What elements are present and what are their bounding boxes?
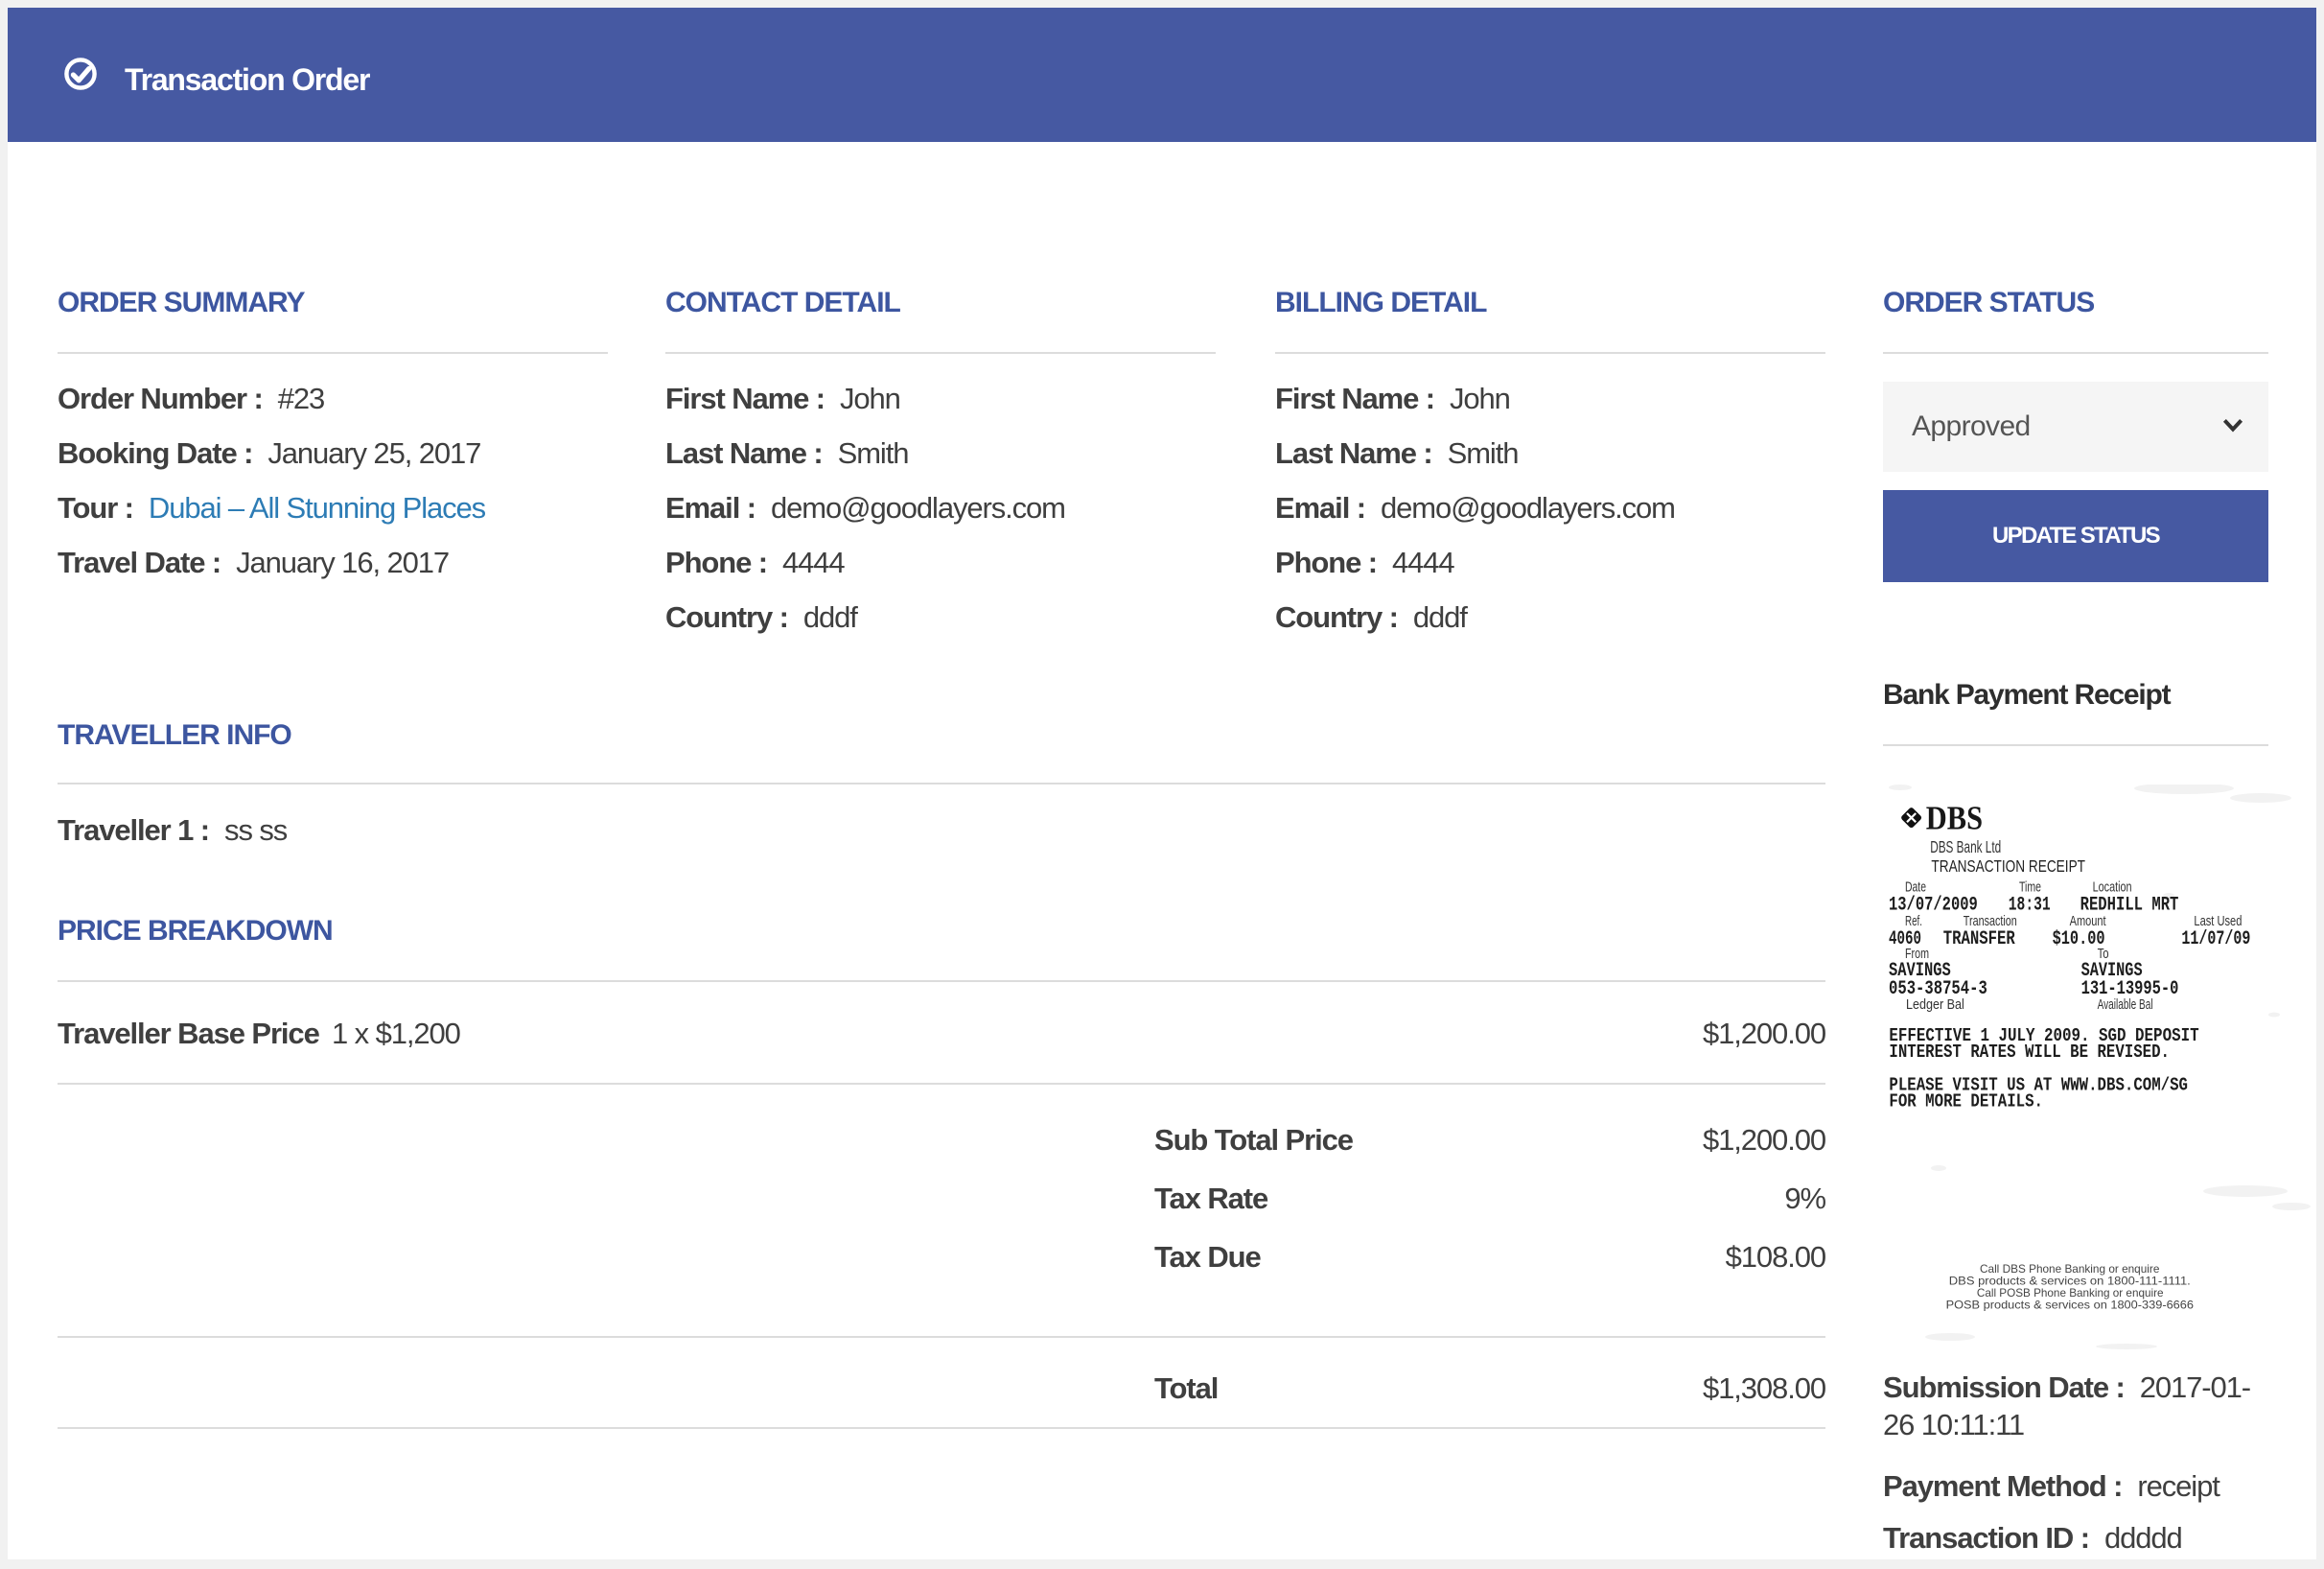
svg-text:TRANSFER: TRANSFER [1943,928,2016,950]
svg-text:POSB products & services on 18: POSB products & services on 1800-339-666… [1946,1298,2195,1311]
svg-text:TRANSACTION RECEIPT: TRANSACTION RECEIPT [1931,856,2085,876]
svg-text:Amount: Amount [2070,914,2106,929]
svg-text:Ref.: Ref. [1905,914,1922,929]
svg-text:Available Bal: Available Bal [2098,997,2153,1013]
svg-text:Last Used: Last Used [2194,914,2242,929]
svg-text:11/07/09: 11/07/09 [2181,928,2250,950]
svg-text:FOR MORE DETAILS.: FOR MORE DETAILS. [1889,1091,2043,1112]
svg-text:Time: Time [2019,879,2041,895]
svg-text:Transaction: Transaction [1964,914,2017,929]
svg-text:DBS Bank Ltd: DBS Bank Ltd [1930,837,2001,856]
svg-text:INTEREST RATES WILL BE REVISED: INTEREST RATES WILL BE REVISED. [1889,1042,2170,1063]
svg-text:Ledger Bal: Ledger Bal [1906,997,1964,1013]
svg-text:Date: Date [1905,879,1926,895]
svg-text:DBS: DBS [1926,800,1983,837]
svg-text:Location: Location [2093,879,2132,895]
